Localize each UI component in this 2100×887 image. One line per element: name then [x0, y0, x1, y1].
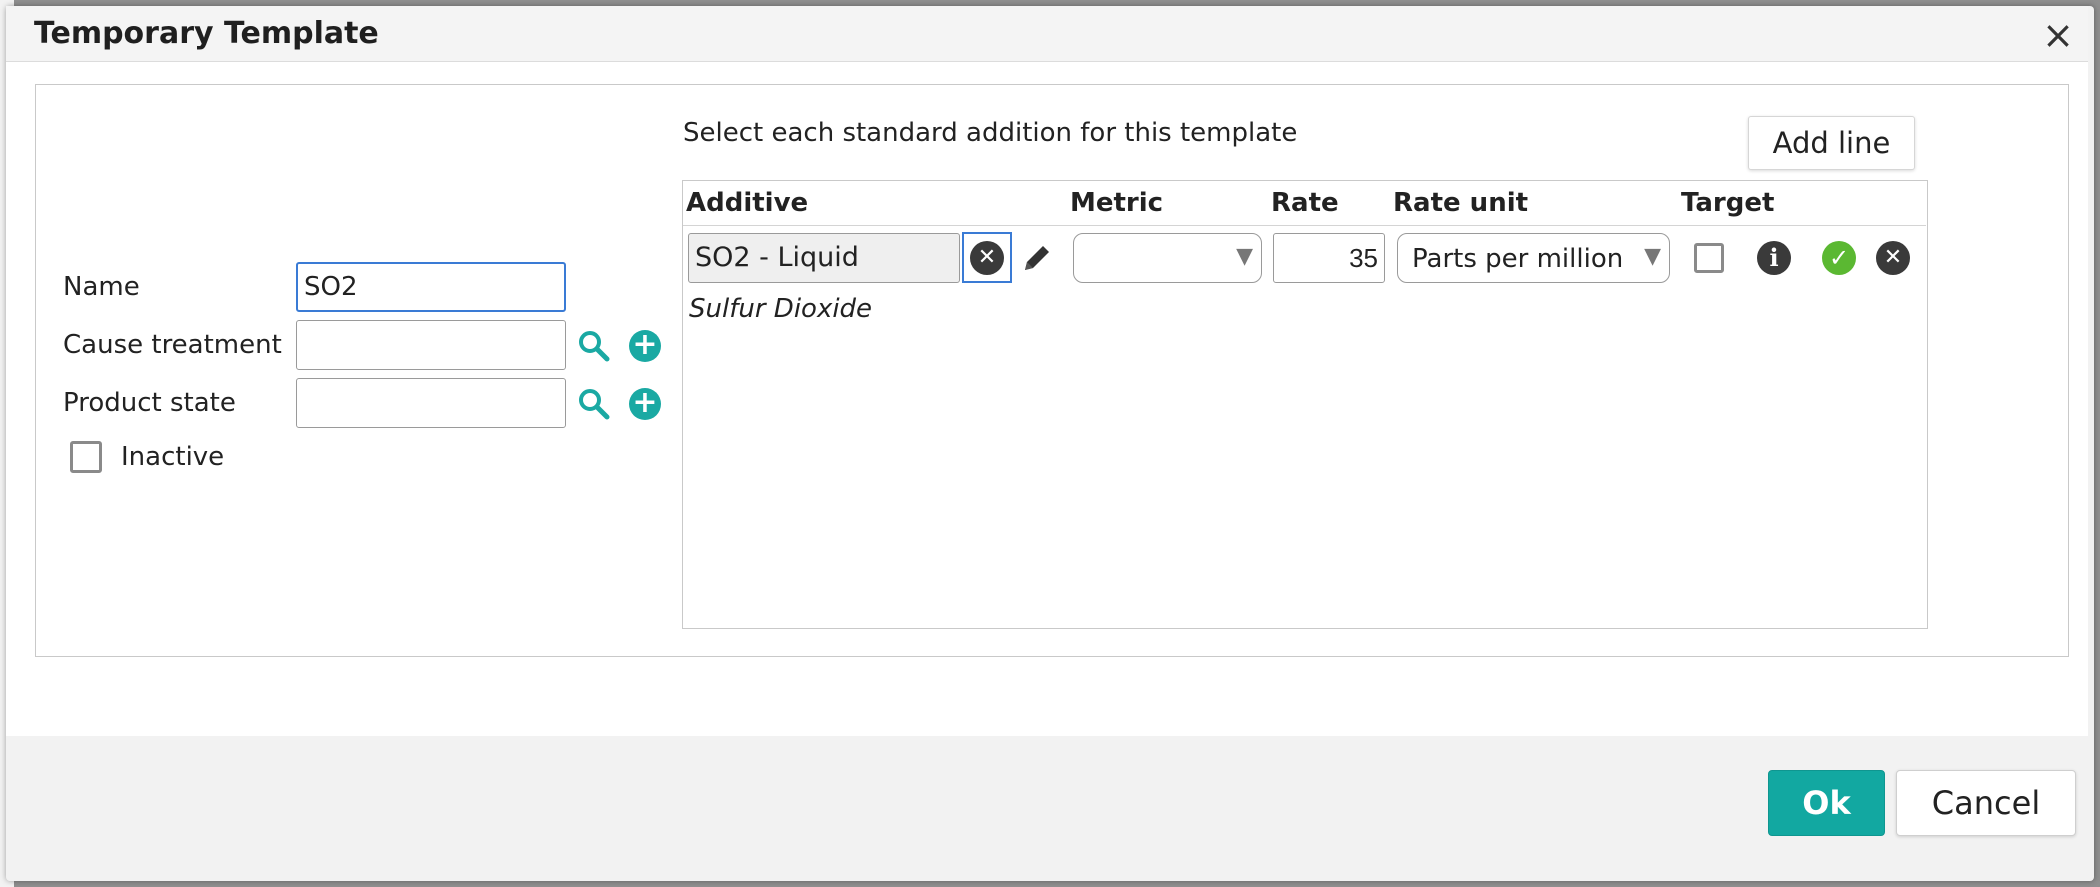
column-header-additive: Additive	[686, 188, 809, 218]
close-icon[interactable]: ×	[2042, 16, 2074, 54]
name-input[interactable]	[296, 262, 566, 312]
search-icon[interactable]	[577, 387, 611, 425]
product-state-input[interactable]	[296, 378, 566, 428]
column-header-rate: Rate	[1271, 188, 1339, 218]
cancel-circle-icon[interactable]: ✕	[1876, 241, 1910, 275]
ok-button[interactable]: Ok	[1768, 770, 1885, 836]
chevron-down-icon: ▼	[1236, 244, 1253, 269]
rate-input[interactable]	[1273, 233, 1385, 283]
additive-field[interactable]: SO2 - Liquid	[688, 233, 960, 283]
inactive-checkbox[interactable]	[70, 441, 102, 473]
clear-circle-icon: ✕	[970, 241, 1004, 275]
chevron-down-icon: ▼	[1644, 244, 1661, 269]
additions-section-title: Select each standard addition for this t…	[683, 118, 1298, 148]
column-header-rate-unit: Rate unit	[1393, 188, 1529, 218]
dialog-title: Temporary Template	[34, 16, 379, 51]
search-icon[interactable]	[577, 329, 611, 367]
plus-circle-icon[interactable]: +	[629, 330, 661, 362]
target-checkbox[interactable]	[1694, 243, 1724, 273]
pencil-icon[interactable]	[1019, 240, 1055, 280]
rate-unit-select[interactable]: Parts per million ▼	[1397, 233, 1670, 283]
metric-select[interactable]: ▼	[1073, 233, 1262, 283]
name-label: Name	[63, 272, 140, 302]
add-line-button[interactable]: Add line	[1748, 116, 1915, 170]
column-header-metric: Metric	[1070, 188, 1164, 218]
additive-description: Sulfur Dioxide	[689, 294, 873, 324]
dialog-titlebar: Temporary Template ×	[6, 6, 2088, 62]
cause-treatment-input[interactable]	[296, 320, 566, 370]
plus-circle-icon[interactable]: +	[629, 388, 661, 420]
cause-treatment-label: Cause treatment	[63, 330, 282, 360]
inactive-label: Inactive	[121, 442, 225, 472]
info-icon[interactable]: i	[1757, 241, 1791, 275]
rate-unit-select-value: Parts per million	[1412, 244, 1624, 274]
clear-additive-button[interactable]: ✕	[962, 232, 1012, 283]
column-header-target: Target	[1681, 188, 1775, 218]
product-state-label: Product state	[63, 388, 236, 418]
check-circle-icon[interactable]: ✓	[1822, 241, 1856, 275]
table-header-divider	[683, 225, 1926, 226]
cancel-button[interactable]: Cancel	[1896, 770, 2076, 836]
